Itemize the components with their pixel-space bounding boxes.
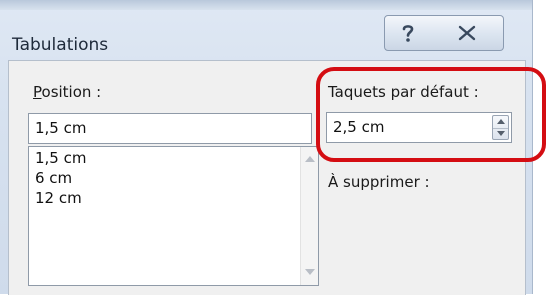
scroll-up-arrow-icon[interactable]: [305, 156, 315, 162]
close-button[interactable]: [430, 15, 504, 51]
position-listbox[interactable]: 1,5 cm 6 cm 12 cm: [28, 146, 319, 286]
red-highlight-annotation: [316, 67, 546, 162]
question-mark-icon: [402, 25, 414, 42]
position-input[interactable]: 1,5 cm: [28, 113, 312, 144]
help-button[interactable]: [384, 15, 432, 51]
list-item[interactable]: 6 cm: [35, 169, 72, 187]
list-item[interactable]: 1,5 cm: [35, 149, 86, 167]
to-clear-label: À supprimer :: [328, 173, 430, 191]
position-input-value: 1,5 cm: [35, 119, 87, 137]
scroll-down-arrow-icon[interactable]: [305, 269, 315, 275]
listbox-scrollbar[interactable]: [300, 147, 318, 285]
dialog-title: Tabulations: [12, 35, 109, 55]
close-x-icon: [458, 25, 475, 41]
list-item[interactable]: 12 cm: [35, 189, 82, 207]
window-top-strip: [0, 0, 532, 10]
position-label: Position :: [33, 83, 102, 101]
